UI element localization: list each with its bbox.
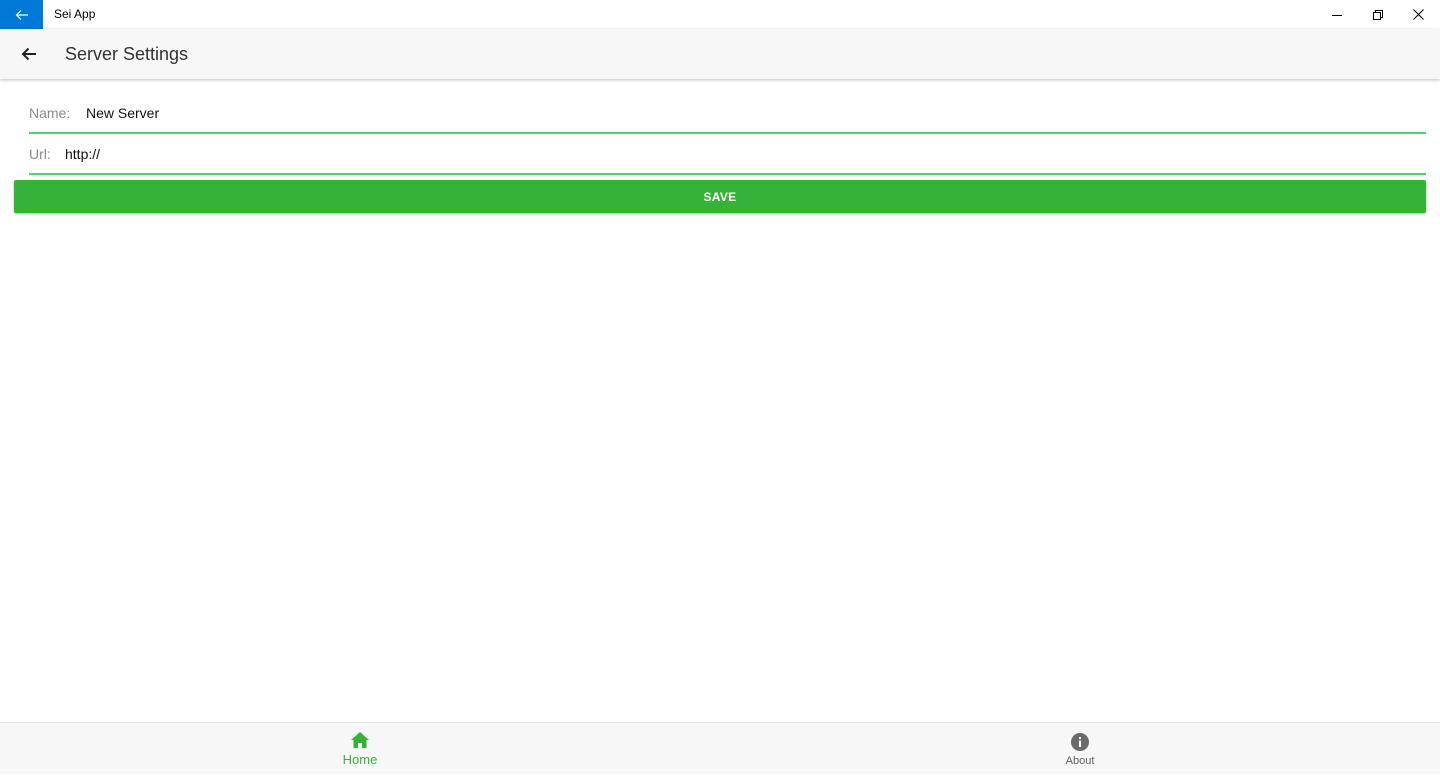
window-back-button[interactable] (0, 0, 43, 29)
close-button[interactable] (1398, 0, 1439, 29)
nav-item-home[interactable]: Home (0, 723, 720, 775)
name-field: Name: (29, 94, 1426, 134)
name-input[interactable] (86, 98, 1416, 128)
window-title: Sei App (54, 7, 96, 21)
nav-label-about: About (1065, 754, 1095, 767)
back-button[interactable] (14, 39, 44, 69)
arrow-left-icon (15, 9, 28, 20)
restore-icon (1372, 9, 1383, 20)
app-header: Server Settings (0, 29, 1440, 79)
window-title-bar: Sei App (0, 0, 1440, 29)
url-input[interactable] (65, 139, 1415, 169)
bottom-navigation: Home About (0, 722, 1440, 774)
nav-item-about[interactable]: About (720, 723, 1440, 775)
url-label: Url: (29, 146, 51, 162)
save-button[interactable]: SAVE (14, 180, 1426, 213)
close-icon (1413, 9, 1424, 20)
home-icon (351, 732, 369, 748)
restore-button[interactable] (1357, 0, 1398, 29)
nav-label-home: Home (342, 752, 378, 767)
url-field: Url: (29, 135, 1426, 175)
name-label: Name: (29, 105, 71, 121)
page-title: Server Settings (65, 44, 189, 64)
info-icon (1071, 732, 1089, 751)
minimize-icon (1331, 14, 1342, 16)
minimize-button[interactable] (1316, 0, 1357, 29)
arrow-left-icon (21, 47, 36, 61)
